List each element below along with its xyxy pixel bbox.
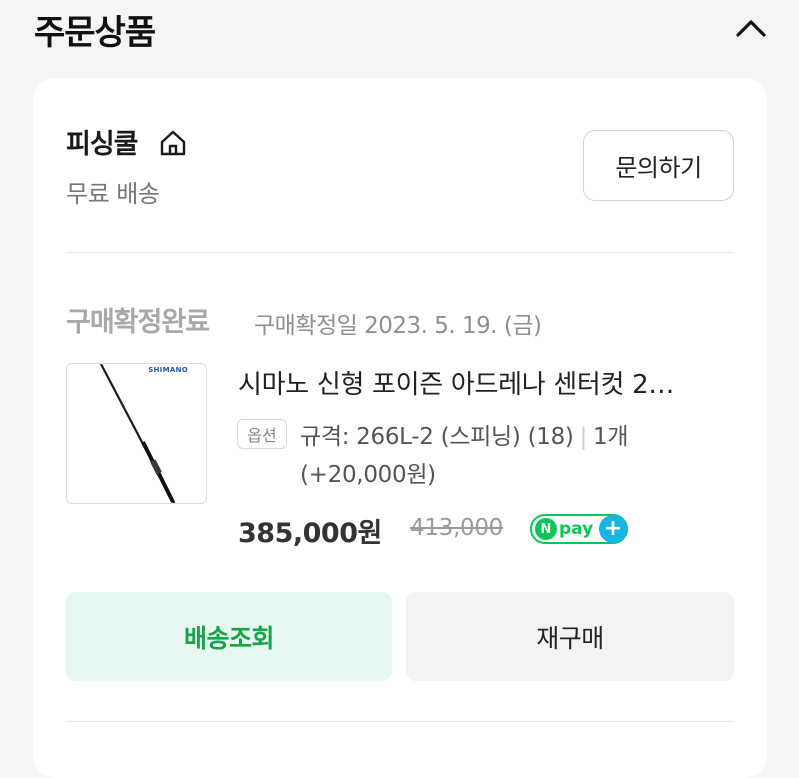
original-price: 413,000 [410, 515, 504, 541]
npay-label: pay [559, 519, 594, 539]
section-title: 주문상품 [34, 13, 156, 53]
fishing-rod-image [100, 364, 176, 503]
track-delivery-button[interactable]: 배송조회 [66, 592, 392, 681]
npay-plus-badge: N pay + [530, 514, 628, 544]
confirm-date: 구매확정일 2023. 5. 19. (금) [254, 313, 542, 339]
option-details: 규격: 266L-2 (스피닝) (18) | 1개 (+20,000원) [300, 418, 730, 494]
home-icon[interactable] [158, 128, 188, 158]
order-card: 피싱쿨 무료 배송 문의하기 구매확정완료 구매확정일 2023. 5. 19.… [33, 78, 767, 778]
shipping-info: 무료 배송 [66, 180, 160, 208]
npay-n-icon: N [535, 518, 557, 540]
product-name[interactable]: 시마노 신형 포이즌 아드레나 센터컷 2… [238, 364, 738, 401]
product-thumbnail[interactable]: SHIMANO [66, 363, 207, 504]
brand-logo: SHIMANO [148, 366, 188, 374]
store-name[interactable]: 피싱쿨 [66, 122, 139, 161]
divider [66, 252, 734, 253]
plus-icon: + [599, 515, 627, 543]
section-header: 주문상품 [0, 0, 799, 60]
option-separator: | [579, 424, 588, 450]
inquiry-button[interactable]: 문의하기 [583, 130, 734, 201]
option-badge: 옵션 [237, 419, 287, 449]
divider [66, 721, 734, 722]
rebuy-button[interactable]: 재구매 [406, 592, 734, 681]
sale-price: 385,000원 [238, 518, 382, 549]
option-spec: 규격: 266L-2 (스피닝) (18) [300, 424, 574, 450]
order-status: 구매확정완료 [66, 307, 210, 338]
chevron-up-icon[interactable] [730, 10, 772, 46]
